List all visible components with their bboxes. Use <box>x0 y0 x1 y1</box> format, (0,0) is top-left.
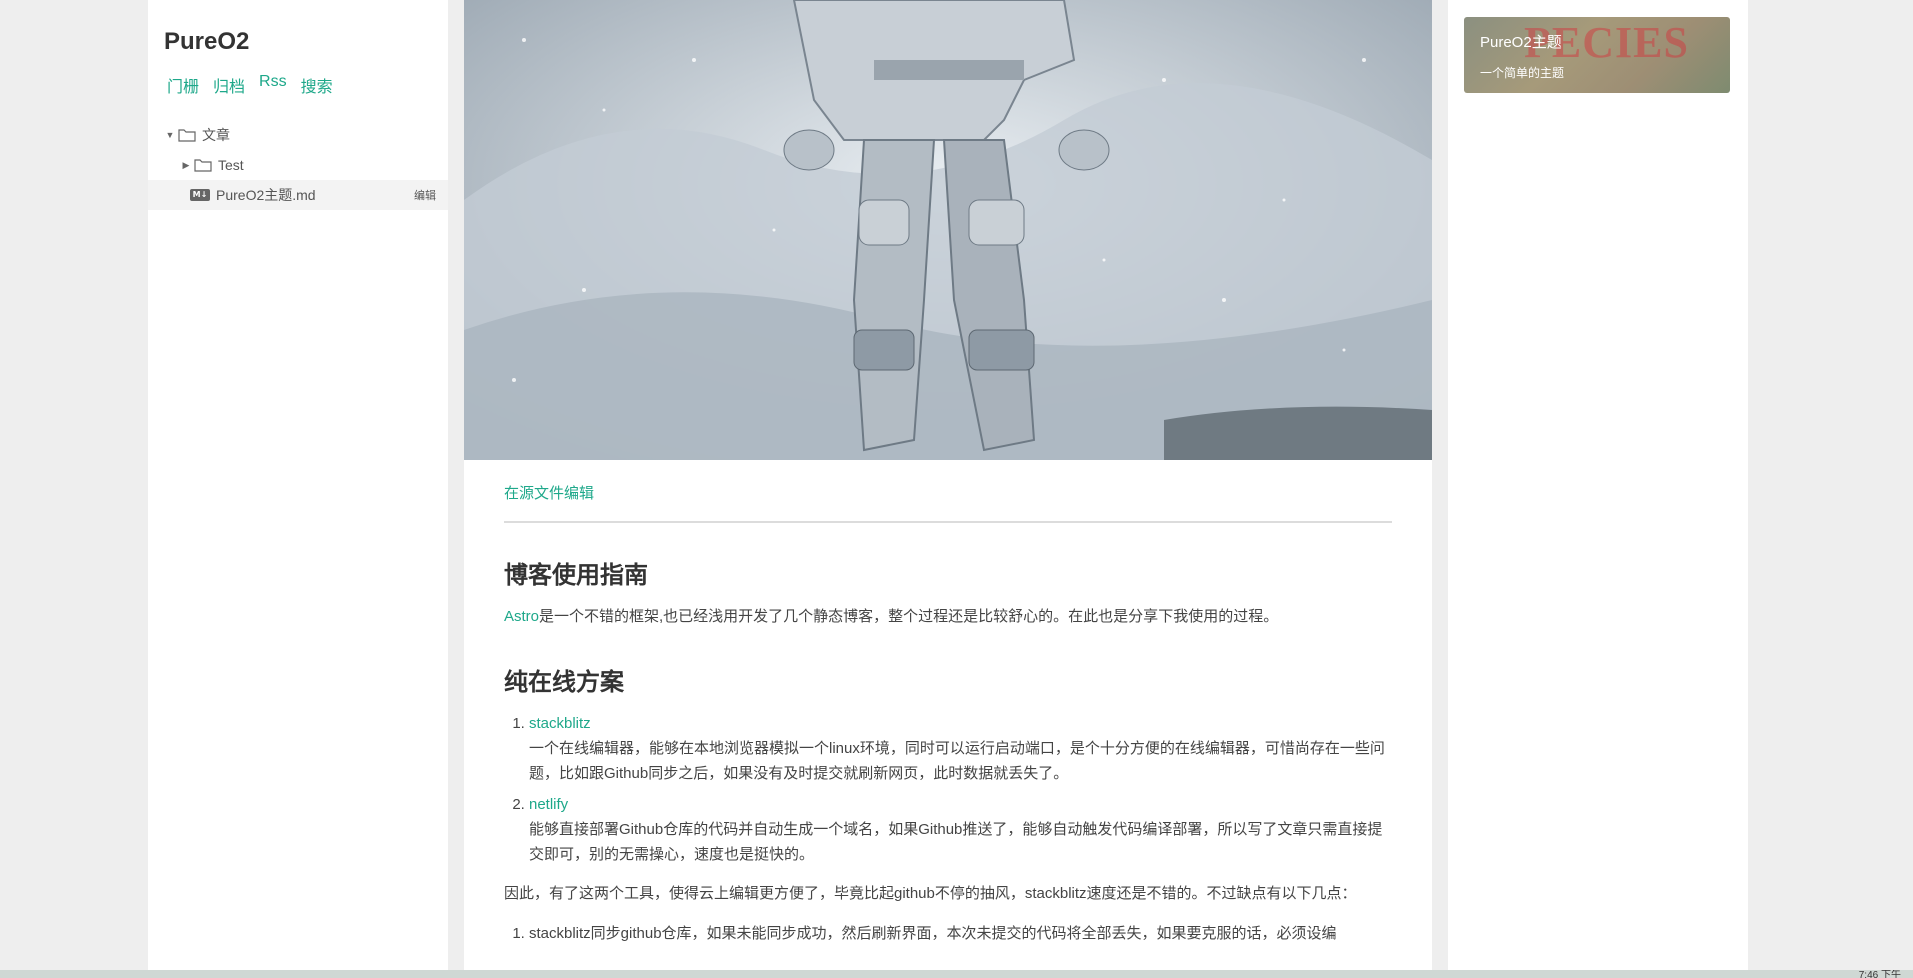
tree-folder-articles[interactable]: ▼ 文章 <box>164 120 448 150</box>
list-item-text: 一个在线编辑器，能够在本地浏览器模拟一个linux环境，同时可以运行启动端口，是… <box>529 740 1385 782</box>
stackblitz-link[interactable]: stackblitz <box>529 715 591 732</box>
tree-folder-test[interactable]: ▶ Test <box>164 150 448 180</box>
folder-icon <box>194 159 212 172</box>
nav-link-rss[interactable]: Rss <box>259 73 287 97</box>
taskbar-clock: 7:46 下午 <box>1858 970 1901 978</box>
intro-text: 是一个不错的框架,也已经浅用开发了几个静态博客，整个过程还是比较舒心的。在此也是… <box>539 608 1279 625</box>
intro-paragraph: Astro是一个不错的框架,也已经浅用开发了几个静态博客，整个过程还是比较舒心的… <box>504 604 1392 630</box>
os-taskbar: 7:46 下午 <box>0 970 1913 978</box>
caret-right-icon: ▶ <box>182 159 190 170</box>
caret-down-icon: ▼ <box>165 130 175 140</box>
site-title[interactable]: PureO2 <box>164 28 249 56</box>
main-content: 在源文件编辑 博客使用指南 Astro是一个不错的框架,也已经浅用开发了几个静态… <box>464 0 1432 970</box>
nav-link-archive[interactable]: 归档 <box>213 73 245 97</box>
profile-card-description: 一个简单的主题 <box>1480 66 1565 80</box>
main-nav: 门栅 归档 Rss 搜索 <box>167 73 333 97</box>
hero-image <box>464 0 1432 460</box>
drawback-list: stackblitz同步github仓库，如果未能同步成功，然后刷新界面，本次未… <box>504 921 1392 946</box>
tool-list: stackblitz 一个在线编辑器，能够在本地浏览器模拟一个linux环境，同… <box>504 711 1392 867</box>
left-sidebar: PureO2 门栅 归档 Rss 搜索 ▼ 文章 ▶ Test M↓ PureO… <box>148 0 448 970</box>
edit-source-link[interactable]: 在源文件编辑 <box>504 482 1392 503</box>
markdown-icon: M↓ <box>190 189 210 201</box>
article-heading-guide: 博客使用指南 <box>504 562 648 589</box>
tree-folder-label: 文章 <box>202 127 230 143</box>
tree-file-label: PureO2主题.md <box>216 187 316 203</box>
right-sidebar: PECIES PureO2主题 一个简单的主题 <box>1448 0 1748 970</box>
folder-open-icon <box>178 129 196 142</box>
hero-astronaut-illustration <box>464 0 1432 460</box>
file-tree: ▼ 文章 ▶ Test M↓ PureO2主题.md 编辑 <box>148 120 448 210</box>
article-heading-online: 纯在线方案 <box>504 669 624 696</box>
tree-folder-label: Test <box>218 157 244 173</box>
article: 在源文件编辑 博客使用指南 Astro是一个不错的框架,也已经浅用开发了几个静态… <box>504 460 1392 952</box>
summary-paragraph: 因此，有了这两个工具，使得云上编辑更方便了，毕竟比起github不停的抽风，st… <box>504 885 1357 902</box>
profile-card[interactable]: PECIES PureO2主题 一个简单的主题 <box>1464 17 1730 93</box>
list-item: stackblitz同步github仓库，如果未能同步成功，然后刷新界面，本次未… <box>529 921 1392 946</box>
tree-file-pureo2[interactable]: M↓ PureO2主题.md 编辑 <box>148 180 448 210</box>
netlify-link[interactable]: netlify <box>529 796 568 813</box>
list-item: netlify 能够直接部署Github仓库的代码并自动生成一个域名，如果Git… <box>529 792 1392 867</box>
list-item-text: 能够直接部署Github仓库的代码并自动生成一个域名，如果Github推送了，能… <box>529 821 1383 863</box>
nav-link-tags[interactable]: 门栅 <box>167 73 199 97</box>
file-edit-link[interactable]: 编辑 <box>414 187 436 203</box>
divider <box>504 521 1392 523</box>
profile-card-title: PureO2主题 <box>1480 34 1562 51</box>
list-item: stackblitz 一个在线编辑器，能够在本地浏览器模拟一个linux环境，同… <box>529 711 1392 786</box>
nav-link-search[interactable]: 搜索 <box>301 73 333 97</box>
astro-link[interactable]: Astro <box>504 608 539 625</box>
